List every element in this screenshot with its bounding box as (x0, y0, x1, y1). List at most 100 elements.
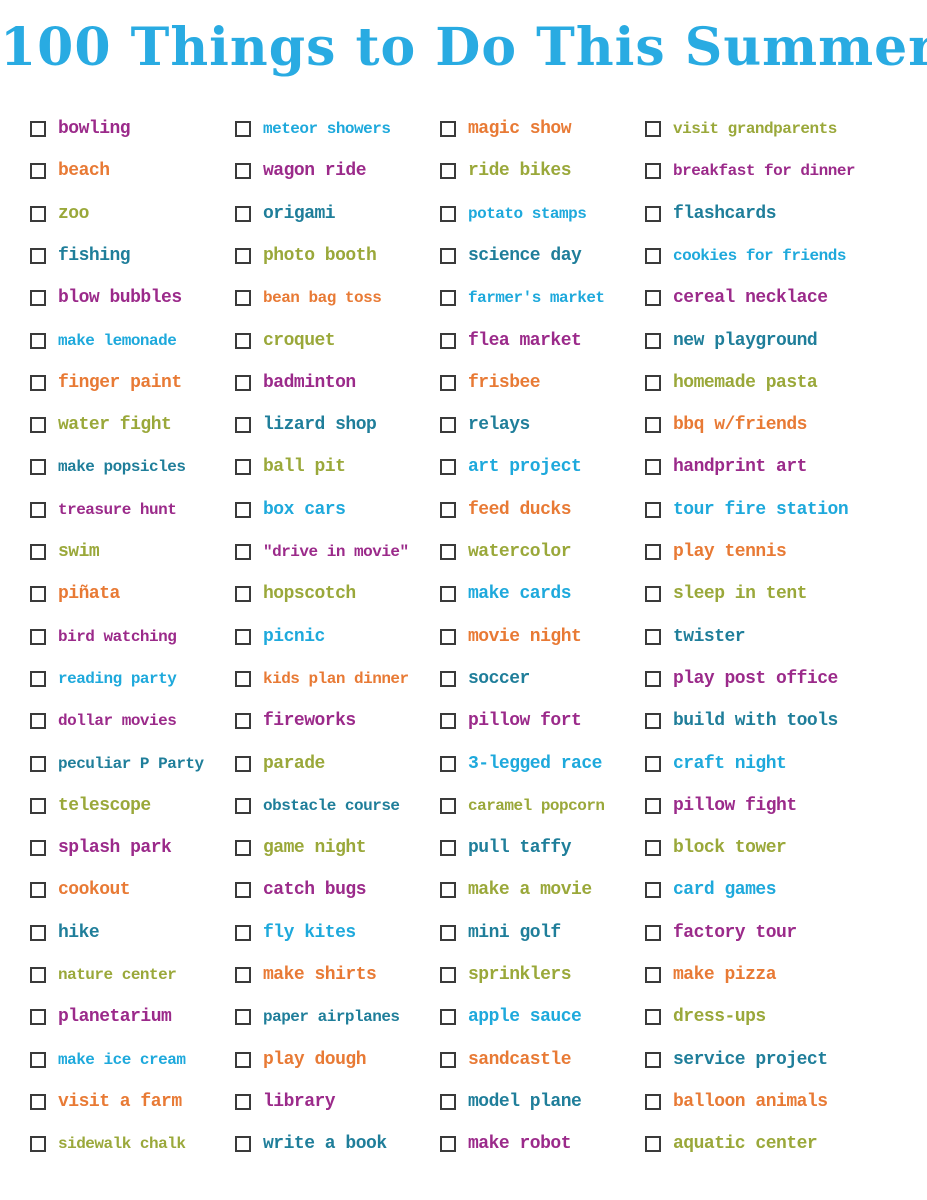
checklist-item[interactable]: sandcastle (440, 1039, 572, 1081)
checklist-item[interactable]: beach (30, 150, 110, 192)
checklist-item[interactable]: paper airplanes (235, 996, 400, 1038)
checkbox-icon[interactable] (30, 1051, 46, 1068)
checkbox-icon[interactable] (645, 1009, 661, 1026)
checkbox-icon[interactable] (235, 1051, 251, 1068)
checklist-item[interactable]: splash park (30, 827, 172, 869)
checklist-item[interactable]: origami (235, 193, 336, 235)
checklist-item[interactable]: photo booth (235, 235, 377, 277)
checkbox-icon[interactable] (235, 501, 251, 518)
checkbox-icon[interactable] (440, 670, 456, 687)
checklist-item[interactable]: meteor showers (235, 108, 391, 150)
checklist-item[interactable]: box cars (235, 489, 346, 531)
checkbox-icon[interactable] (235, 417, 251, 434)
checklist-item[interactable]: lizard shop (235, 404, 377, 446)
checkbox-icon[interactable] (235, 332, 251, 349)
checklist-item[interactable]: flea market (440, 320, 582, 362)
checkbox-icon[interactable] (645, 417, 661, 434)
checklist-item[interactable]: make a movie (440, 869, 592, 911)
checklist-item[interactable]: picnic (235, 616, 325, 658)
checkbox-icon[interactable] (30, 1009, 46, 1026)
checkbox-icon[interactable] (235, 797, 251, 814)
checklist-item[interactable]: write a book (235, 1123, 387, 1165)
checkbox-icon[interactable] (645, 840, 661, 857)
checklist-item[interactable]: "drive in movie" (235, 531, 409, 573)
checkbox-icon[interactable] (30, 1093, 46, 1110)
checkbox-icon[interactable] (440, 121, 456, 137)
checklist-item[interactable]: make cards (440, 573, 572, 615)
checklist-item[interactable]: service project (645, 1039, 828, 1081)
checkbox-icon[interactable] (440, 459, 456, 476)
checkbox-icon[interactable] (645, 205, 661, 222)
checkbox-icon[interactable] (645, 713, 661, 730)
checklist-item[interactable]: twister (645, 616, 746, 658)
checklist-item[interactable]: balloon animals (645, 1081, 828, 1123)
checklist-item[interactable]: hike (30, 912, 100, 954)
checklist-item[interactable]: potato stamps (440, 193, 587, 235)
checklist-item[interactable]: dollar movies (30, 700, 177, 742)
checkbox-icon[interactable] (645, 924, 661, 941)
checkbox-icon[interactable] (645, 121, 661, 137)
checklist-item[interactable]: nature center (30, 954, 177, 996)
checkbox-icon[interactable] (235, 205, 251, 222)
checkbox-icon[interactable] (440, 332, 456, 349)
checklist-item[interactable]: dress-ups (645, 996, 766, 1038)
checkbox-icon[interactable] (645, 501, 661, 518)
checklist-item[interactable]: farmer's market (440, 277, 605, 319)
checkbox-icon[interactable] (440, 374, 456, 391)
checklist-item[interactable]: movie night (440, 616, 582, 658)
checkbox-icon[interactable] (440, 544, 456, 560)
checkbox-icon[interactable] (235, 882, 251, 899)
checklist-item[interactable]: zoo (30, 193, 89, 235)
checkbox-icon[interactable] (30, 332, 46, 349)
checkbox-icon[interactable] (30, 163, 46, 180)
checklist-item[interactable]: magic show (440, 108, 572, 150)
checklist-item[interactable]: planetarium (30, 996, 172, 1038)
checklist-item[interactable]: swim (30, 531, 100, 573)
checkbox-icon[interactable] (440, 755, 456, 772)
checkbox-icon[interactable] (645, 586, 661, 603)
checklist-item[interactable]: bowling (30, 108, 131, 150)
checklist-item[interactable]: watercolor (440, 531, 572, 573)
checklist-item[interactable]: game night (235, 827, 367, 869)
checkbox-icon[interactable] (440, 290, 456, 307)
checklist-item[interactable]: relays (440, 404, 530, 446)
checklist-item[interactable]: cookies for friends (645, 235, 846, 277)
checklist-item[interactable]: peculiar P Party (30, 743, 204, 785)
checkbox-icon[interactable] (645, 332, 661, 349)
checklist-item[interactable]: factory tour (645, 912, 797, 954)
checkbox-icon[interactable] (235, 247, 251, 264)
checklist-item[interactable]: new playground (645, 320, 818, 362)
checkbox-icon[interactable] (30, 967, 46, 983)
checklist-item[interactable]: play tennis (645, 531, 787, 573)
checklist-item[interactable]: pull taffy (440, 827, 572, 869)
checkbox-icon[interactable] (30, 755, 46, 772)
checklist-item[interactable]: make robot (440, 1123, 572, 1165)
checkbox-icon[interactable] (235, 121, 251, 137)
checklist-item[interactable]: piñata (30, 573, 120, 615)
checkbox-icon[interactable] (645, 1093, 661, 1110)
checklist-item[interactable]: ball pit (235, 446, 346, 488)
checkbox-icon[interactable] (235, 586, 251, 603)
checklist-item[interactable]: mini golf (440, 912, 561, 954)
checklist-item[interactable]: soccer (440, 658, 530, 700)
checkbox-icon[interactable] (235, 544, 251, 560)
checkbox-icon[interactable] (30, 797, 46, 814)
checkbox-icon[interactable] (645, 797, 661, 814)
checkbox-icon[interactable] (440, 163, 456, 180)
checklist-item[interactable]: play post office (645, 658, 838, 700)
checkbox-icon[interactable] (235, 163, 251, 180)
checkbox-icon[interactable] (30, 924, 46, 941)
checklist-item[interactable]: tour fire station (645, 489, 849, 531)
checklist-item[interactable]: wagon ride (235, 150, 367, 192)
checkbox-icon[interactable] (645, 290, 661, 307)
checkbox-icon[interactable] (440, 628, 456, 645)
checklist-item[interactable]: reading party (30, 658, 177, 700)
checkbox-icon[interactable] (440, 840, 456, 857)
checkbox-icon[interactable] (235, 1136, 251, 1153)
checkbox-icon[interactable] (30, 290, 46, 307)
checkbox-icon[interactable] (235, 670, 251, 687)
checklist-item[interactable]: bbq w/friends (645, 404, 807, 446)
checklist-item[interactable]: visit a farm (30, 1081, 182, 1123)
checklist-item[interactable]: bird watching (30, 616, 177, 658)
checkbox-icon[interactable] (30, 205, 46, 222)
